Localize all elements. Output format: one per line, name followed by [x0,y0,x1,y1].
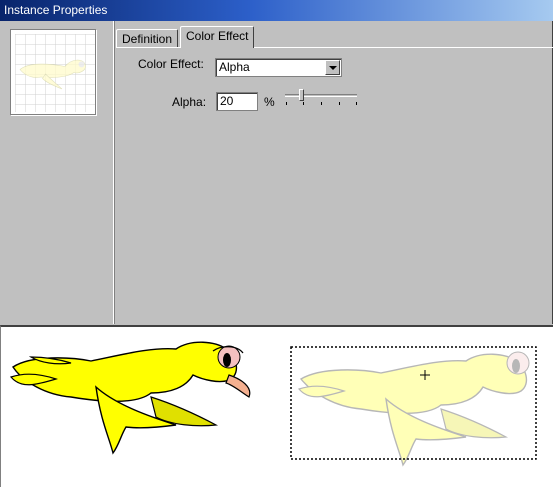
slider-tick [321,102,322,105]
slider-tick [286,102,287,105]
color-effect-label: Color Effect: [138,57,204,71]
alpha-input[interactable]: 20 [216,92,258,111]
color-effect-dropdown[interactable]: Alpha [215,58,342,77]
instance-properties-window: Instance Properties Definition Color Eff… [0,0,553,324]
slider-track [285,94,357,97]
bird-original[interactable] [9,341,251,455]
tab-color-effect[interactable]: Color Effect [180,26,255,48]
slider-tick [339,102,340,105]
bird-alpha-instance[interactable] [297,351,530,467]
bird-thumbnail [15,34,95,112]
slider-tick [303,102,304,105]
symbol-thumbnail [10,29,96,115]
preview-panel [0,21,115,324]
color-effect-value: Alpha [219,60,250,74]
stage-canvas[interactable] [0,325,553,487]
title-bar[interactable]: Instance Properties [0,0,553,21]
alpha-unit: % [264,95,275,109]
alpha-label: Alpha: [172,95,207,109]
slider-tick [356,102,357,105]
slider-thumb[interactable] [298,89,304,101]
tab-definition[interactable]: Definition [116,29,179,48]
alpha-slider[interactable] [283,89,359,109]
dropdown-arrow-icon[interactable] [325,60,340,75]
